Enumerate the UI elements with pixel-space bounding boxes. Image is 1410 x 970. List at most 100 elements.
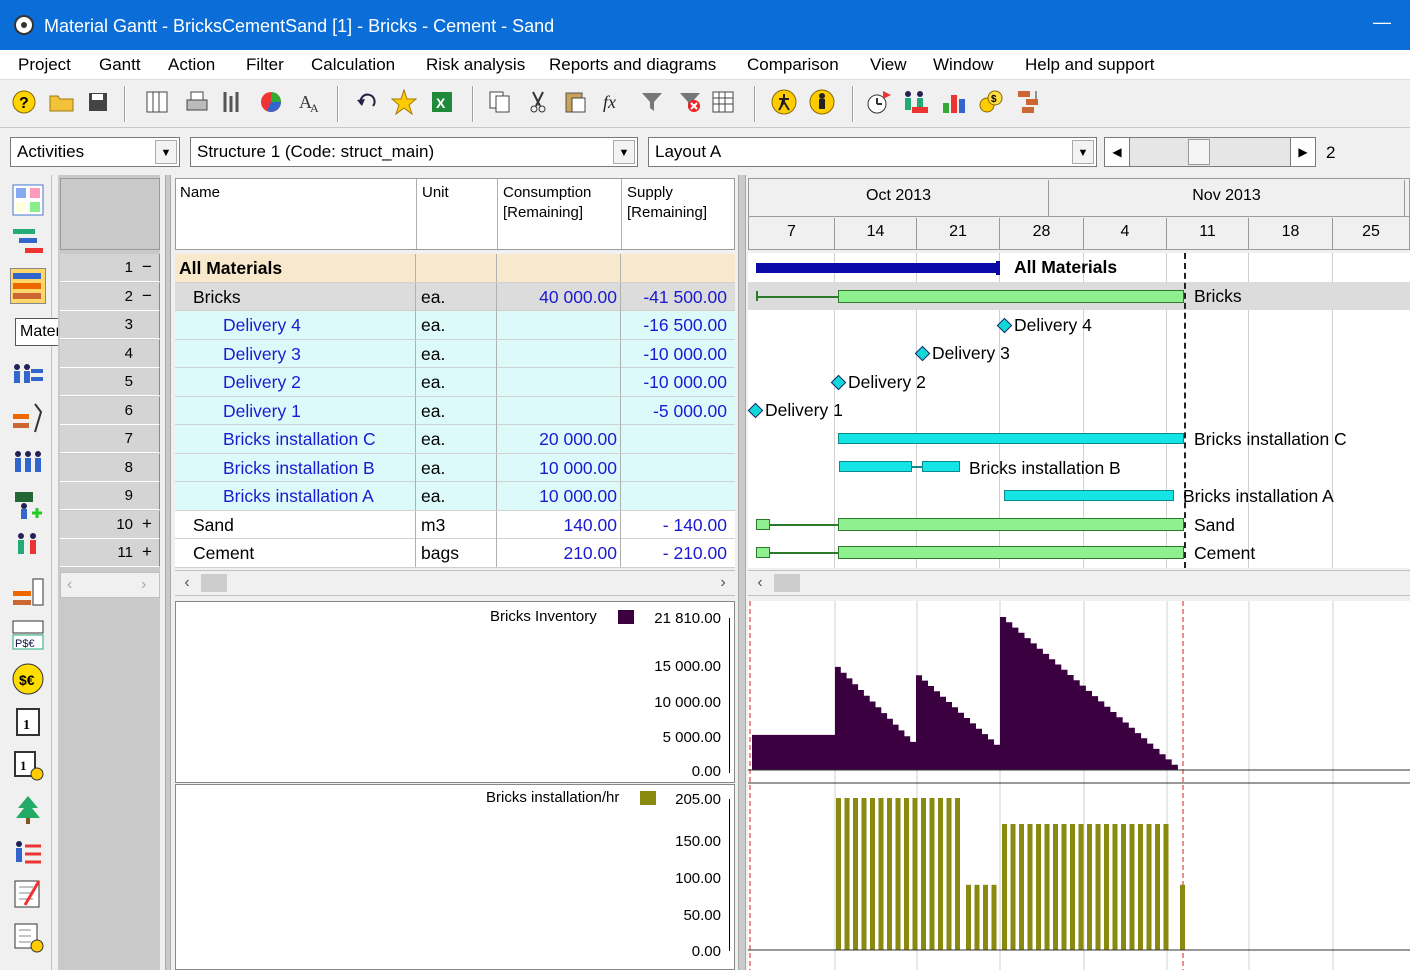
menu-calculation[interactable]: Calculation [311,55,395,75]
menu-help-support[interactable]: Help and support [1025,55,1154,75]
row-number[interactable]: 6 [60,396,160,425]
zoom-slider-track[interactable] [1130,137,1290,167]
tree-icon[interactable] [10,794,46,830]
scroll-thumb[interactable] [201,574,227,592]
structure-icon[interactable] [1016,86,1044,118]
col-header-consumption[interactable]: Consumption [Remaining] [503,183,613,223]
row-scrollbar[interactable]: ‹ › [60,572,160,598]
row-number[interactable]: 10 + [60,510,160,539]
material-gantt-icon[interactable] [10,268,46,304]
scroll-right-icon[interactable]: › [141,576,146,594]
gantt-bar-installation-b[interactable] [839,461,912,472]
table-row[interactable]: Delivery 3 ea. -10 000.00 [175,339,735,368]
zoom-right-button[interactable]: ▶ [1290,137,1316,167]
formula-icon[interactable]: fx [599,86,627,118]
row-number[interactable]: 2− [60,282,160,311]
minimize-button[interactable]: — [1370,12,1394,36]
cut-icon[interactable] [524,86,552,118]
menu-action[interactable]: Action [168,55,215,75]
calendar-icon[interactable]: 1 [10,705,46,741]
view-type-select[interactable]: Activities ▼ [10,137,180,167]
splitter[interactable] [738,175,746,970]
table-row[interactable]: Cement bags 210.00 - 210.00 [175,539,735,568]
scroll-left-icon[interactable]: ‹ [750,574,770,592]
checklist-icon[interactable] [10,877,46,913]
layout-select[interactable]: Layout A ▼ [648,137,1097,167]
font-icon[interactable]: AA [295,86,323,118]
scroll-thumb[interactable] [774,574,800,592]
zoom-slider-thumb[interactable] [1188,139,1210,165]
table-row[interactable]: Bricks installation A ea. 10 000.00 [175,482,735,511]
filter-icon[interactable] [638,86,666,118]
gantt-bar-sand[interactable] [838,518,1184,531]
clear-filter-icon[interactable] [676,86,704,118]
pie-chart-icon[interactable] [257,86,285,118]
row-number[interactable]: 11 + [60,539,160,567]
col-header-name[interactable]: Name [180,183,220,203]
table-row[interactable]: Bricks installation C ea. 20 000.00 [175,425,735,454]
activity-gantt-icon[interactable] [10,224,46,260]
table-row[interactable]: Bricks ea. 40 000.00 -41 500.00 [175,282,735,311]
gantt-bar-installation-a[interactable] [1004,490,1174,501]
col-header-unit[interactable]: Unit [422,183,449,203]
calendar-clock-icon[interactable]: 1 [10,748,46,784]
currency-icon[interactable]: $€ [10,662,46,698]
run-icon[interactable] [770,86,798,118]
col-header-supply[interactable]: Supply [Remaining] [627,183,727,223]
levels-icon[interactable] [940,86,968,118]
grid-icon[interactable] [709,86,737,118]
menu-risk-analysis[interactable]: Risk analysis [426,55,525,75]
table-row[interactable]: All Materials [175,254,735,283]
people-icon[interactable] [10,446,46,482]
row-number[interactable]: 7 [60,425,160,453]
structure-select[interactable]: Structure 1 (Code: struct_main) ▼ [190,137,638,167]
scroll-left-icon[interactable]: ‹ [67,576,72,594]
resource-link-icon[interactable] [10,402,46,438]
scroll-left-icon[interactable]: ‹ [177,574,197,592]
table-scrollbar[interactable]: ‹ › [175,570,735,598]
resource-table-icon[interactable] [10,577,46,613]
expand-toggle-icon[interactable]: + [139,514,155,534]
zoom-left-button[interactable]: ◀ [1104,137,1130,167]
splitter[interactable] [165,175,171,970]
expand-toggle-icon[interactable]: + [139,542,155,562]
chevron-down-icon[interactable]: ▼ [613,140,635,164]
expand-toggle-icon[interactable]: − [139,286,155,306]
help-icon[interactable]: ? [10,86,38,118]
table-row[interactable]: Delivery 4 ea. -16 500.00 [175,311,735,340]
gantt-bar-cement[interactable] [838,546,1184,559]
menu-view[interactable]: View [870,55,907,75]
menu-window[interactable]: Window [933,55,993,75]
excel-icon[interactable]: X [428,86,456,118]
resources-icon[interactable] [902,86,930,118]
row-number[interactable]: 8 [60,453,160,482]
row-number[interactable]: 5 [60,368,160,396]
save-icon[interactable] [84,86,112,118]
columns-icon[interactable] [143,86,171,118]
overview-icon[interactable] [10,183,46,219]
gantt-bar-installation-b-part[interactable] [922,461,960,472]
paste-icon[interactable] [561,86,589,118]
row-number[interactable]: 1− [60,254,160,282]
clock-icon[interactable] [865,86,893,118]
app-logo-icon[interactable] [14,15,34,35]
checklist-clock-icon[interactable] [10,920,46,956]
copy-icon[interactable] [486,86,514,118]
open-folder-icon[interactable] [48,86,76,118]
row-number[interactable]: 3 [60,311,160,339]
chevron-down-icon[interactable]: ▼ [155,140,177,164]
milestone-delivery-3[interactable] [914,345,931,362]
table-row[interactable]: Bricks installation B ea. 10 000.00 [175,453,735,482]
table-row[interactable]: Delivery 2 ea. -10 000.00 [175,368,735,397]
row-number[interactable]: 9 [60,482,160,510]
menu-project[interactable]: Project [18,55,71,75]
gantt-scrollbar[interactable]: ‹ [748,570,1410,596]
team-icon[interactable] [10,530,46,566]
milestone-delivery-1[interactable] [747,402,764,419]
assignment-icon[interactable] [10,836,46,872]
gantt-bar-summary[interactable] [756,263,996,273]
star-icon[interactable] [390,86,418,118]
gantt-bar-installation-c[interactable] [838,433,1184,444]
resource-chart-icon[interactable] [10,361,46,397]
menu-comparison[interactable]: Comparison [747,55,839,75]
